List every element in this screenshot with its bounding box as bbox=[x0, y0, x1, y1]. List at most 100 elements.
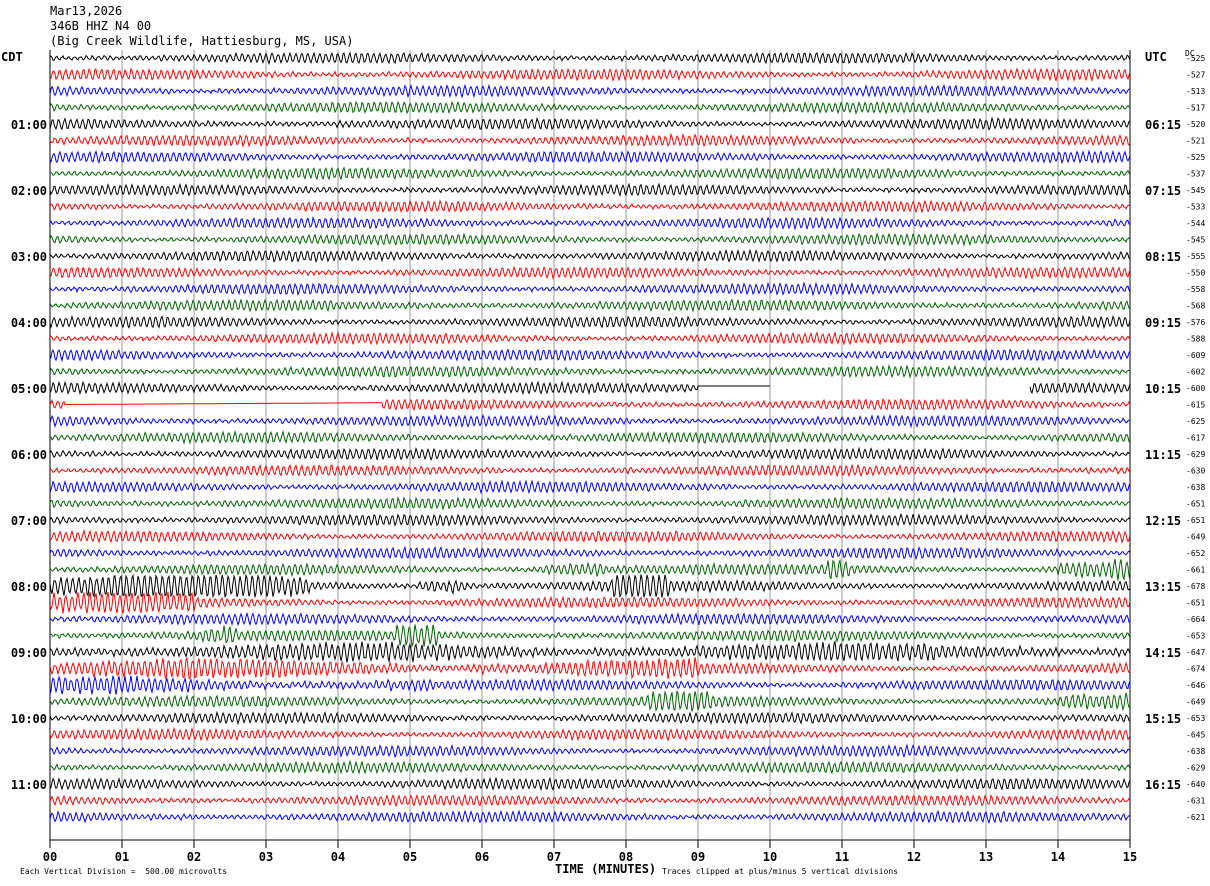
dc-offset-7: -537 bbox=[1186, 170, 1205, 179]
trace-43 bbox=[50, 759, 1131, 775]
left-hour-label-0300: 03:00 bbox=[11, 250, 47, 264]
trace-23 bbox=[49, 429, 1131, 445]
dc-offset-32: -678 bbox=[1186, 582, 1205, 591]
x-tick-label-09: 09 bbox=[691, 850, 705, 864]
dc-offset-8: -545 bbox=[1186, 186, 1205, 195]
trace-41 bbox=[49, 726, 1131, 742]
dc-offset-10: -544 bbox=[1186, 219, 1205, 228]
dc-offset-2: -513 bbox=[1186, 87, 1205, 96]
x-tick-label-03: 03 bbox=[259, 850, 273, 864]
dc-offset-21: -615 bbox=[1186, 401, 1205, 410]
scale-note: Each Vertical Division = 500.00 microvol… bbox=[20, 867, 228, 876]
dc-offset-0: -525 bbox=[1186, 54, 1205, 63]
left-hour-label-0400: 04:00 bbox=[11, 316, 47, 330]
trace-26 bbox=[49, 479, 1131, 495]
seismic-traces bbox=[49, 51, 1131, 825]
trace-17 bbox=[49, 330, 1131, 346]
trace-37 bbox=[49, 657, 1131, 680]
left-hour-label-0100: 01:00 bbox=[11, 118, 47, 132]
dc-offset-29: -649 bbox=[1186, 533, 1205, 542]
right-hour-label-1315: 13:15 bbox=[1145, 580, 1181, 594]
dc-offset-24: -629 bbox=[1186, 450, 1205, 459]
trace-12 bbox=[49, 248, 1131, 264]
dc-offset-26: -638 bbox=[1186, 483, 1205, 492]
helicorder-plot: 00 01 02 03 04 05 06 07 08 09 10 11 12 13 14 15 01:0002… bbox=[11, 50, 1205, 864]
dc-offset-30: -652 bbox=[1186, 549, 1205, 558]
trace-10 bbox=[49, 215, 1131, 231]
dc-offset-34: -664 bbox=[1186, 615, 1205, 624]
trace-20 bbox=[49, 380, 1131, 396]
right-hour-label-1615: 16:15 bbox=[1145, 778, 1181, 792]
x-tick-label-14: 14 bbox=[1051, 850, 1065, 864]
dc-offset-46: -621 bbox=[1186, 813, 1205, 822]
x-tick-label-11: 11 bbox=[835, 850, 849, 864]
right-hour-label-0715: 07:15 bbox=[1145, 184, 1181, 198]
dc-offset-41: -645 bbox=[1186, 731, 1205, 740]
left-hour-label-0900: 09:00 bbox=[11, 646, 47, 660]
dc-offset-13: -550 bbox=[1186, 269, 1205, 278]
trace-25 bbox=[49, 463, 1131, 478]
x-tick-label-12: 12 bbox=[907, 850, 921, 864]
x-axis: 00 01 02 03 04 05 06 07 08 09 10 11 12 13 14 15 bbox=[43, 839, 1137, 864]
dc-offset-18: -609 bbox=[1186, 351, 1205, 360]
dc-offset-15: -568 bbox=[1186, 302, 1205, 311]
dc-offset-12: -555 bbox=[1186, 252, 1205, 261]
dc-offset-42: -638 bbox=[1186, 747, 1205, 756]
x-tick-label-05: 05 bbox=[403, 850, 417, 864]
trace-13 bbox=[49, 265, 1131, 281]
trace-18 bbox=[49, 348, 1131, 363]
right-hour-labels: 06:15 07:15 08:15 09:15 10:15 11:15 12:15 13:15… bbox=[1145, 118, 1181, 792]
trace-21 bbox=[49, 397, 1131, 412]
minute-gridlines bbox=[49, 50, 1131, 840]
dc-offset-38: -646 bbox=[1186, 681, 1205, 690]
trace-8 bbox=[49, 182, 1131, 198]
trace-30 bbox=[49, 545, 1131, 561]
left-hour-label-0700: 07:00 bbox=[11, 514, 47, 528]
x-tick-label-15: 15 bbox=[1123, 850, 1137, 864]
trace-24 bbox=[49, 446, 1131, 462]
left-hour-label-0200: 02:00 bbox=[11, 184, 47, 198]
right-hour-label-0815: 08:15 bbox=[1145, 250, 1181, 264]
dc-offset-9: -533 bbox=[1186, 203, 1205, 212]
clip-note: Traces clipped at plus/minus 5 vertical … bbox=[662, 867, 899, 876]
trace-42 bbox=[49, 743, 1131, 759]
dc-offset-22: -625 bbox=[1186, 417, 1205, 426]
dc-offset-labels: -525 -527 -513 -517 -520 -521 -525 -537 -545 -533… bbox=[1186, 54, 1205, 822]
dc-offset-36: -647 bbox=[1186, 648, 1205, 657]
right-hour-label-1515: 15:15 bbox=[1145, 712, 1181, 726]
trace-2 bbox=[49, 83, 1131, 99]
trace-33 bbox=[49, 591, 1131, 614]
right-hour-label-1215: 12:15 bbox=[1145, 514, 1181, 528]
dc-offset-16: -576 bbox=[1186, 318, 1205, 327]
trace-36 bbox=[49, 639, 1131, 663]
dc-offset-27: -651 bbox=[1186, 500, 1205, 509]
dc-offset-39: -649 bbox=[1186, 698, 1205, 707]
trace-5 bbox=[49, 132, 1131, 148]
dc-offset-11: -545 bbox=[1186, 236, 1205, 245]
trace-34 bbox=[49, 611, 1131, 627]
dc-offset-33: -651 bbox=[1186, 599, 1205, 608]
trace-6 bbox=[49, 149, 1131, 165]
dc-offset-31: -661 bbox=[1186, 566, 1205, 575]
trace-4 bbox=[49, 116, 1131, 132]
trace-40 bbox=[49, 710, 1131, 726]
trace-29 bbox=[49, 528, 1131, 544]
trace-7 bbox=[49, 166, 1131, 181]
x-tick-label-02: 02 bbox=[187, 850, 201, 864]
trace-32 bbox=[49, 573, 1131, 599]
trace-44 bbox=[49, 776, 1131, 792]
dc-offset-6: -525 bbox=[1186, 153, 1205, 162]
trace-39 bbox=[49, 690, 1131, 712]
right-hour-label-1415: 14:15 bbox=[1145, 646, 1181, 660]
dc-offset-23: -617 bbox=[1186, 434, 1205, 443]
dc-offset-35: -653 bbox=[1186, 632, 1205, 641]
dc-offset-20: -600 bbox=[1186, 384, 1205, 393]
trace-9 bbox=[49, 199, 1131, 214]
dc-offset-37: -674 bbox=[1186, 665, 1205, 674]
trace-31 bbox=[49, 558, 1131, 581]
dc-offset-44: -640 bbox=[1186, 780, 1205, 789]
trace-28 bbox=[49, 512, 1131, 528]
left-hour-label-1100: 11:00 bbox=[11, 778, 47, 792]
x-tick-label-04: 04 bbox=[331, 850, 345, 864]
trace-19 bbox=[49, 363, 1131, 379]
